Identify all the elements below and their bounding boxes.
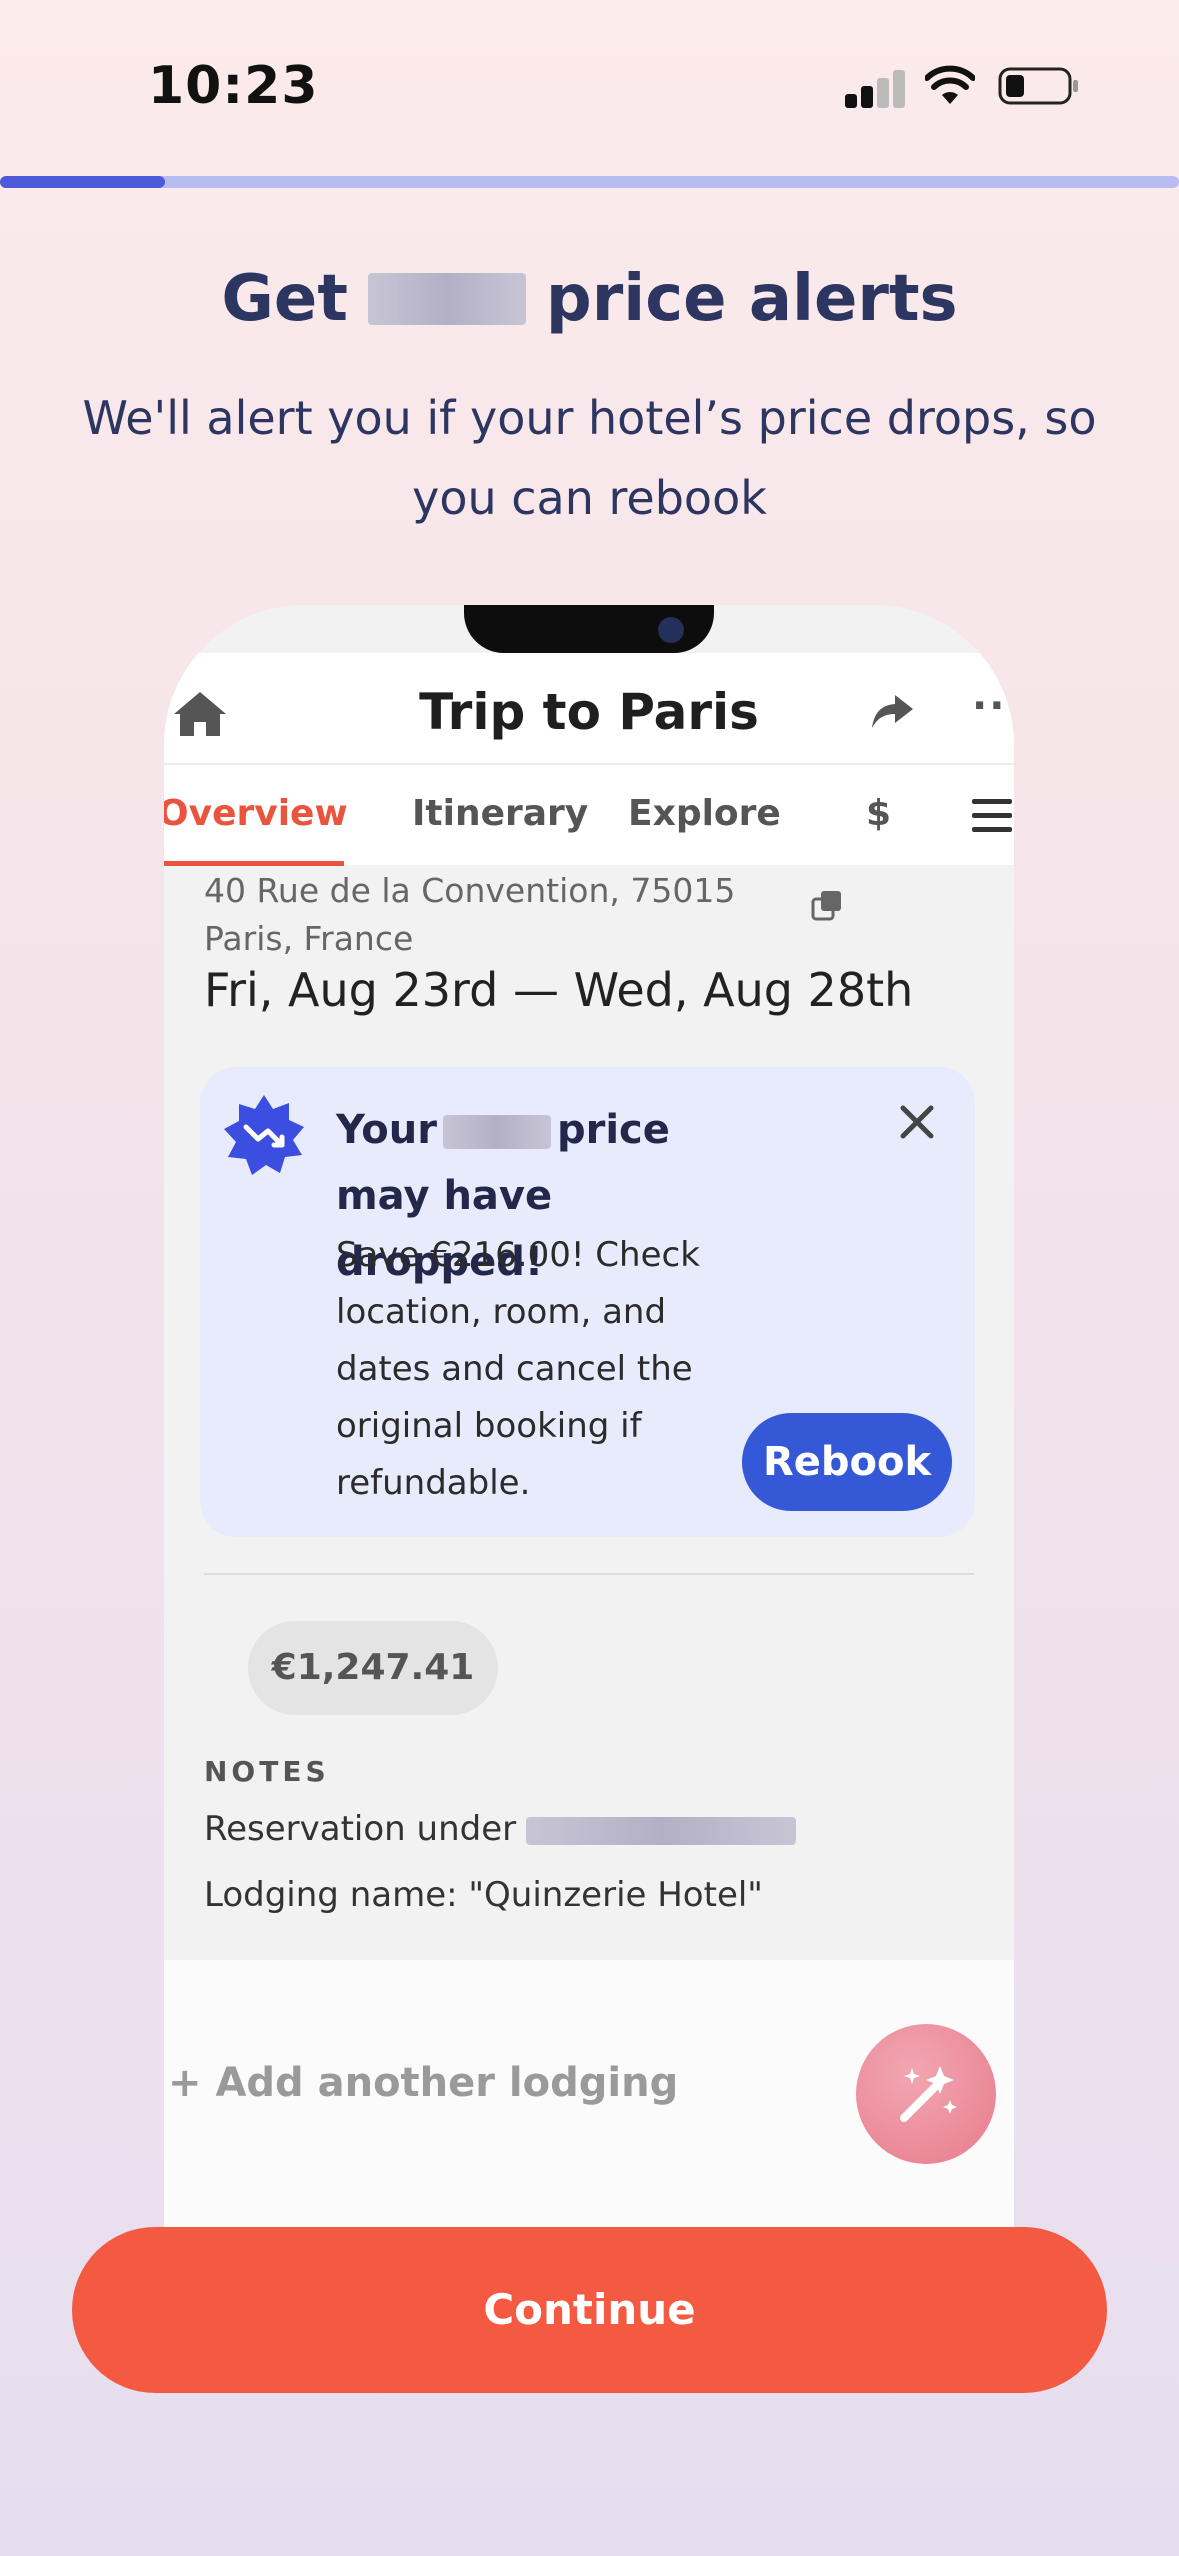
price-drop-badge-icon xyxy=(224,1095,304,1175)
mock-tab-bar: Overview Itinerary Explore $ xyxy=(164,763,1014,866)
active-tab-underline xyxy=(164,861,344,866)
price-pill: €1,247.41 xyxy=(248,1621,498,1715)
notes-lodging: Lodging name: "Quinzerie Hotel" xyxy=(204,1875,763,1915)
signal-icon xyxy=(845,68,905,108)
copy-icon xyxy=(811,891,841,921)
notes-reservation: Reservation under xyxy=(204,1809,797,1849)
stay-dates: Fri, Aug 23rd — Wed, Aug 28th xyxy=(204,963,914,1017)
notes-label: NOTES xyxy=(204,1755,330,1788)
redacted-name xyxy=(526,1816,797,1845)
close-icon xyxy=(900,1105,934,1139)
alert-title-start: Your xyxy=(336,1107,437,1153)
tab-budget: $ xyxy=(866,793,892,834)
phone-notch xyxy=(464,605,714,653)
status-time: 10:23 xyxy=(148,56,319,116)
alert-title-end: price xyxy=(556,1107,670,1153)
add-lodging-link: + Add another lodging xyxy=(168,2060,678,2106)
continue-button[interactable]: Continue xyxy=(72,2227,1107,2393)
plus-icon: + xyxy=(168,2060,216,2106)
alert-body: Save €216.00! Check location, room, and … xyxy=(336,1235,700,1503)
rebook-button: Rebook xyxy=(742,1413,952,1511)
hotel-address: 40 Rue de la Convention, 75015 Paris, Fr… xyxy=(204,871,736,958)
status-bar: 10:23 xyxy=(0,0,1179,170)
notes-reservation-text: Reservation under xyxy=(204,1809,517,1849)
mock-app-header: Trip to Paris ··· xyxy=(164,653,1014,763)
magic-wand-icon xyxy=(900,2066,957,2122)
more-icon: ··· xyxy=(972,683,1014,729)
add-lodging-label: Add another lodging xyxy=(215,2060,679,2106)
mock-add-lodging-area: + Add another lodging xyxy=(164,1960,1014,2245)
share-icon xyxy=(872,695,913,728)
redacted-brand xyxy=(442,1115,551,1149)
tab-explore: Explore xyxy=(628,793,781,834)
menu-icon xyxy=(972,799,1012,833)
redacted-brand xyxy=(367,273,526,325)
magic-wand-button xyxy=(856,2024,996,2164)
page-subtitle: We'll alert you if your hotel’s price dr… xyxy=(82,391,1097,525)
app-preview-mockup: Trip to Paris ··· Overview Itinerary Exp… xyxy=(164,605,1014,2245)
title-text-end: price alerts xyxy=(545,262,958,336)
divider xyxy=(204,1573,974,1575)
title-text-start: Get xyxy=(221,262,348,336)
onboarding-progress-bar xyxy=(0,176,1179,188)
battery-icon xyxy=(998,67,1078,105)
price-drop-alert-card: Your price may have dropped! Save €216.00… xyxy=(200,1067,975,1537)
page-title: Get price alerts xyxy=(0,262,1179,336)
progress-fill xyxy=(0,176,166,188)
tab-overview: Overview xyxy=(164,793,348,834)
tab-itinerary: Itinerary xyxy=(412,793,589,834)
wifi-icon xyxy=(925,65,975,104)
